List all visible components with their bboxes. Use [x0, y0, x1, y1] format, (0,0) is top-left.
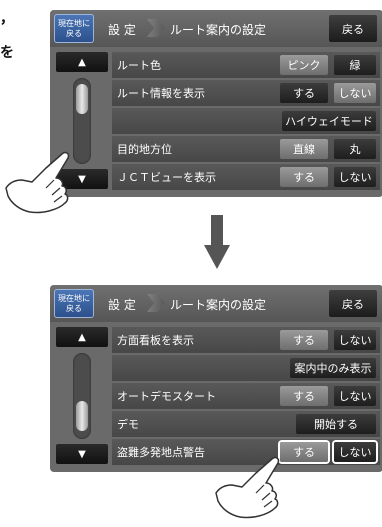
row-jct-view: ＪＣＴビューを表示 する しない: [112, 164, 380, 190]
row-label: 盗難多発地点警告: [117, 446, 205, 459]
pink-button[interactable]: ピンク: [280, 55, 328, 75]
header-bar: 現在地に 戻る 設 定 ルート案内の設定 戻る: [50, 10, 382, 47]
row-auto-demo: オートデモスタート する しない: [112, 383, 380, 409]
circle-button[interactable]: 丸: [334, 139, 376, 159]
off-button[interactable]: しない: [334, 386, 376, 406]
scroll-up-button[interactable]: ▲: [56, 52, 108, 72]
on-button[interactable]: する: [280, 167, 328, 187]
scroll-thumb[interactable]: [76, 401, 88, 431]
row-destination-direction: 目的地方位 直線 丸: [112, 136, 380, 162]
breadcrumb-settings: 設 定: [108, 298, 136, 312]
breadcrumb-settings: 設 定: [108, 23, 136, 37]
off-button[interactable]: しない: [334, 167, 376, 187]
current-location-button[interactable]: 現在地に 戻る: [54, 289, 94, 318]
row-route-info: ルート情報を表示 する しない: [112, 80, 380, 106]
scroll-up-button[interactable]: ▲: [56, 327, 108, 347]
settings-screen-1: 現在地に 戻る 設 定 ルート案内の設定 戻る ▲ ▼ ルート色 ピンク 緑 ル…: [50, 10, 382, 197]
scroll-track[interactable]: [73, 353, 91, 439]
margin-text-2: を: [0, 45, 14, 61]
green-button[interactable]: 緑: [334, 55, 376, 75]
row-guidance-only: 案内中のみ表示: [112, 355, 380, 381]
straight-line-button[interactable]: 直線: [280, 139, 328, 159]
scroll-thumb[interactable]: [76, 84, 88, 114]
breadcrumb-arrow-icon: [147, 294, 165, 312]
scrollbar[interactable]: ▲ ▼: [56, 327, 108, 464]
breadcrumb-route-settings: ルート案内の設定: [170, 23, 267, 37]
up-arrow-icon: ▲: [78, 56, 86, 68]
margin-text-1: ，: [0, 11, 14, 27]
down-arrow-icon: [204, 215, 230, 269]
row-label: デモ: [117, 418, 139, 431]
on-button[interactable]: する: [280, 330, 328, 350]
down-arrow-icon: ▼: [78, 448, 86, 460]
back-button[interactable]: 戻る: [329, 15, 377, 42]
row-demo: デモ 開始する: [112, 411, 380, 437]
row-label: オートデモスタート: [117, 390, 216, 403]
row-label: ルート情報を表示: [117, 87, 205, 100]
pointing-hand-icon: [215, 456, 280, 519]
settings-screen-2: 現在地に 戻る 設 定 ルート案内の設定 戻る ▲ ▼ 方面看板を表示 する し…: [50, 285, 382, 472]
breadcrumb-route-settings: ルート案内の設定: [170, 298, 267, 312]
pointing-hand-icon: [5, 151, 70, 214]
scroll-down-button[interactable]: ▼: [56, 444, 108, 464]
row-label: 目的地方位: [117, 143, 172, 156]
on-button[interactable]: する: [280, 386, 328, 406]
header-bar: 現在地に 戻る 設 定 ルート案内の設定 戻る: [50, 285, 382, 322]
start-demo-button[interactable]: 開始する: [296, 414, 376, 434]
breadcrumb-arrow-icon: [147, 19, 165, 37]
row-direction-sign: 方面看板を表示 する しない: [112, 327, 380, 353]
back-button[interactable]: 戻る: [329, 290, 377, 317]
row-route-color: ルート色 ピンク 緑: [112, 52, 380, 78]
off-button[interactable]: しない: [334, 330, 376, 350]
off-button[interactable]: しない: [334, 442, 376, 462]
on-button[interactable]: する: [280, 83, 328, 103]
guidance-only-button[interactable]: 案内中のみ表示: [290, 358, 376, 378]
row-highway-mode: ハイウェイモード: [112, 108, 380, 134]
row-label: 方面看板を表示: [117, 334, 194, 347]
row-label: ルート色: [117, 59, 161, 72]
row-label: ＪＣＴビューを表示: [117, 171, 216, 184]
off-button[interactable]: しない: [334, 83, 376, 103]
up-arrow-icon: ▲: [78, 331, 86, 343]
current-location-button[interactable]: 現在地に 戻る: [54, 14, 94, 43]
highway-mode-button[interactable]: ハイウェイモード: [282, 111, 376, 131]
